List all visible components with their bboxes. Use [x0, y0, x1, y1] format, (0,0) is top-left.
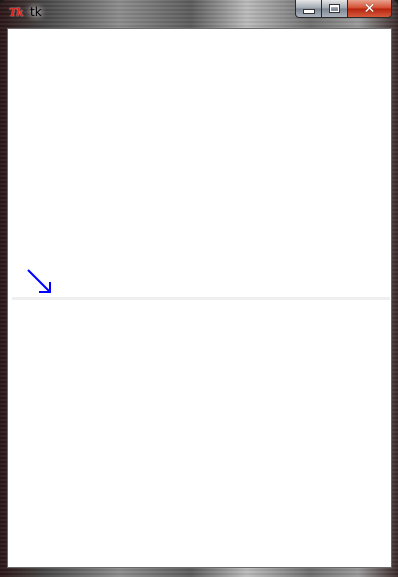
close-icon: ✕	[363, 0, 376, 17]
maximize-icon	[329, 4, 340, 13]
minimize-button[interactable]	[295, 0, 322, 18]
maximize-button[interactable]	[322, 0, 348, 18]
drawing-canvas[interactable]	[10, 30, 390, 566]
close-button[interactable]: ✕	[348, 0, 392, 18]
client-area	[7, 28, 392, 568]
title-bar[interactable]: Tk tk ✕	[0, 0, 398, 26]
arrow-icon	[27, 269, 51, 293]
canvas-divider	[12, 297, 390, 300]
app-window: Tk tk ✕	[0, 0, 398, 577]
caption-buttons: ✕	[295, 0, 392, 19]
tk-feather-icon[interactable]: Tk	[9, 6, 27, 20]
minimize-icon	[302, 9, 315, 14]
window-title: tk	[30, 5, 42, 19]
